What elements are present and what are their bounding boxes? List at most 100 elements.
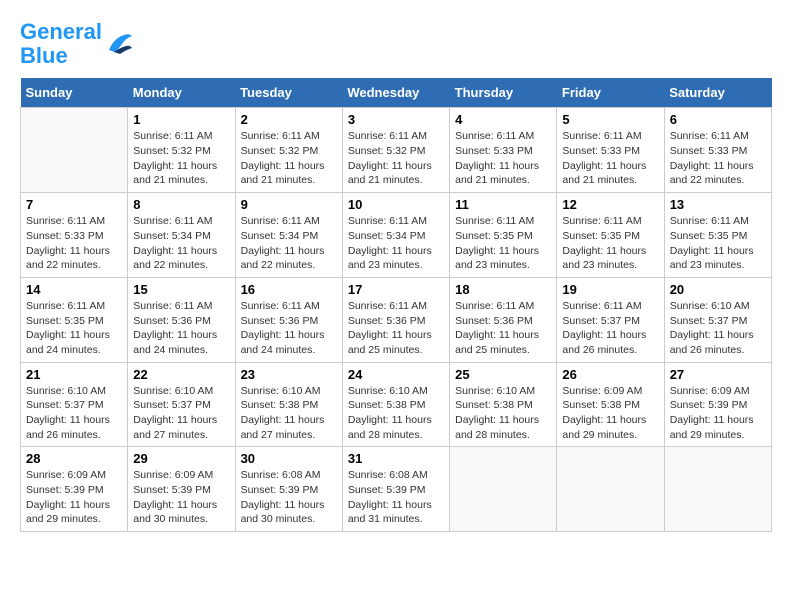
day-number: 7 [26, 197, 122, 212]
day-info: Sunrise: 6:11 AMSunset: 5:32 PMDaylight:… [133, 129, 229, 188]
calendar-day-cell: 5 Sunrise: 6:11 AMSunset: 5:33 PMDaylight… [557, 108, 664, 193]
calendar-day-cell: 21 Sunrise: 6:10 AMSunset: 5:37 PMDayligh… [21, 362, 128, 447]
day-info: Sunrise: 6:10 AMSunset: 5:37 PMDaylight:… [670, 299, 766, 358]
calendar-day-cell: 12 Sunrise: 6:11 AMSunset: 5:35 PMDayligh… [557, 193, 664, 278]
weekday-header-tuesday: Tuesday [235, 78, 342, 108]
day-number: 24 [348, 367, 444, 382]
calendar-day-cell: 19 Sunrise: 6:11 AMSunset: 5:37 PMDayligh… [557, 277, 664, 362]
day-info: Sunrise: 6:11 AMSunset: 5:36 PMDaylight:… [348, 299, 444, 358]
calendar-day-cell: 13Sunrise: 6:11 AMSunset: 5:35 PMDayligh… [664, 193, 771, 278]
day-info: Sunrise: 6:10 AMSunset: 5:38 PMDaylight:… [455, 384, 551, 443]
calendar-day-cell: 23 Sunrise: 6:10 AMSunset: 5:38 PMDayligh… [235, 362, 342, 447]
calendar-day-cell: 26Sunrise: 6:09 AMSunset: 5:38 PMDayligh… [557, 362, 664, 447]
day-number: 4 [455, 112, 551, 127]
calendar-body: 1 Sunrise: 6:11 AMSunset: 5:32 PMDaylight… [21, 108, 772, 532]
day-number: 18 [455, 282, 551, 297]
weekday-header-friday: Friday [557, 78, 664, 108]
calendar-table: SundayMondayTuesdayWednesdayThursdayFrid… [20, 78, 772, 532]
calendar-day-cell: 24Sunrise: 6:10 AMSunset: 5:38 PMDayligh… [342, 362, 449, 447]
weekday-header-saturday: Saturday [664, 78, 771, 108]
day-info: Sunrise: 6:11 AMSunset: 5:35 PMDaylight:… [670, 214, 766, 273]
page-header: General Blue [20, 20, 772, 68]
day-number: 31 [348, 451, 444, 466]
day-number: 9 [241, 197, 337, 212]
day-number: 23 [241, 367, 337, 382]
day-number: 5 [562, 112, 658, 127]
calendar-day-cell: 18 Sunrise: 6:11 AMSunset: 5:36 PMDayligh… [450, 277, 557, 362]
day-number: 29 [133, 451, 229, 466]
calendar-week-row: 1 Sunrise: 6:11 AMSunset: 5:32 PMDaylight… [21, 108, 772, 193]
day-number: 17 [348, 282, 444, 297]
calendar-day-cell: 7 Sunrise: 6:11 AMSunset: 5:33 PMDaylight… [21, 193, 128, 278]
day-number: 6 [670, 112, 766, 127]
calendar-week-row: 21 Sunrise: 6:10 AMSunset: 5:37 PMDayligh… [21, 362, 772, 447]
calendar-day-cell: 3Sunrise: 6:11 AMSunset: 5:32 PMDaylight… [342, 108, 449, 193]
calendar-day-cell: 20Sunrise: 6:10 AMSunset: 5:37 PMDayligh… [664, 277, 771, 362]
calendar-week-row: 14Sunrise: 6:11 AMSunset: 5:35 PMDayligh… [21, 277, 772, 362]
weekday-header-thursday: Thursday [450, 78, 557, 108]
day-info: Sunrise: 6:09 AMSunset: 5:39 PMDaylight:… [670, 384, 766, 443]
logo: General Blue [20, 20, 134, 68]
calendar-day-cell: 14Sunrise: 6:11 AMSunset: 5:35 PMDayligh… [21, 277, 128, 362]
calendar-empty-cell [664, 447, 771, 532]
day-info: Sunrise: 6:09 AMSunset: 5:39 PMDaylight:… [26, 468, 122, 527]
day-number: 8 [133, 197, 229, 212]
day-info: Sunrise: 6:11 AMSunset: 5:33 PMDaylight:… [562, 129, 658, 188]
calendar-day-cell: 29 Sunrise: 6:09 AMSunset: 5:39 PMDayligh… [128, 447, 235, 532]
day-info: Sunrise: 6:11 AMSunset: 5:36 PMDaylight:… [133, 299, 229, 358]
calendar-day-cell: 11Sunrise: 6:11 AMSunset: 5:35 PMDayligh… [450, 193, 557, 278]
weekday-header-sunday: Sunday [21, 78, 128, 108]
day-info: Sunrise: 6:11 AMSunset: 5:35 PMDaylight:… [562, 214, 658, 273]
day-info: Sunrise: 6:10 AMSunset: 5:37 PMDaylight:… [133, 384, 229, 443]
calendar-day-cell: 16 Sunrise: 6:11 AMSunset: 5:36 PMDayligh… [235, 277, 342, 362]
calendar-day-cell: 1 Sunrise: 6:11 AMSunset: 5:32 PMDaylight… [128, 108, 235, 193]
calendar-day-cell: 31 Sunrise: 6:08 AMSunset: 5:39 PMDayligh… [342, 447, 449, 532]
calendar-day-cell: 27Sunrise: 6:09 AMSunset: 5:39 PMDayligh… [664, 362, 771, 447]
day-info: Sunrise: 6:11 AMSunset: 5:34 PMDaylight:… [241, 214, 337, 273]
day-number: 14 [26, 282, 122, 297]
calendar-day-cell: 17 Sunrise: 6:11 AMSunset: 5:36 PMDayligh… [342, 277, 449, 362]
calendar-day-cell: 22 Sunrise: 6:10 AMSunset: 5:37 PMDayligh… [128, 362, 235, 447]
calendar-empty-cell [450, 447, 557, 532]
day-info: Sunrise: 6:11 AMSunset: 5:35 PMDaylight:… [455, 214, 551, 273]
day-info: Sunrise: 6:09 AMSunset: 5:38 PMDaylight:… [562, 384, 658, 443]
logo-bird-icon [104, 30, 134, 58]
day-number: 21 [26, 367, 122, 382]
day-info: Sunrise: 6:11 AMSunset: 5:34 PMDaylight:… [133, 214, 229, 273]
day-number: 1 [133, 112, 229, 127]
day-number: 12 [562, 197, 658, 212]
day-number: 30 [241, 451, 337, 466]
calendar-day-cell: 9 Sunrise: 6:11 AMSunset: 5:34 PMDaylight… [235, 193, 342, 278]
day-info: Sunrise: 6:08 AMSunset: 5:39 PMDaylight:… [241, 468, 337, 527]
day-number: 10 [348, 197, 444, 212]
day-info: Sunrise: 6:11 AMSunset: 5:33 PMDaylight:… [670, 129, 766, 188]
day-info: Sunrise: 6:08 AMSunset: 5:39 PMDaylight:… [348, 468, 444, 527]
weekday-header-row: SundayMondayTuesdayWednesdayThursdayFrid… [21, 78, 772, 108]
calendar-day-cell: 4 Sunrise: 6:11 AMSunset: 5:33 PMDaylight… [450, 108, 557, 193]
day-info: Sunrise: 6:11 AMSunset: 5:37 PMDaylight:… [562, 299, 658, 358]
calendar-week-row: 28Sunrise: 6:09 AMSunset: 5:39 PMDayligh… [21, 447, 772, 532]
weekday-header-monday: Monday [128, 78, 235, 108]
calendar-day-cell: 28Sunrise: 6:09 AMSunset: 5:39 PMDayligh… [21, 447, 128, 532]
day-info: Sunrise: 6:10 AMSunset: 5:37 PMDaylight:… [26, 384, 122, 443]
day-info: Sunrise: 6:09 AMSunset: 5:39 PMDaylight:… [133, 468, 229, 527]
day-info: Sunrise: 6:10 AMSunset: 5:38 PMDaylight:… [241, 384, 337, 443]
day-info: Sunrise: 6:11 AMSunset: 5:36 PMDaylight:… [241, 299, 337, 358]
day-info: Sunrise: 6:11 AMSunset: 5:33 PMDaylight:… [26, 214, 122, 273]
weekday-header-wednesday: Wednesday [342, 78, 449, 108]
day-info: Sunrise: 6:11 AMSunset: 5:34 PMDaylight:… [348, 214, 444, 273]
day-number: 22 [133, 367, 229, 382]
day-info: Sunrise: 6:11 AMSunset: 5:36 PMDaylight:… [455, 299, 551, 358]
calendar-day-cell: 2Sunrise: 6:11 AMSunset: 5:32 PMDaylight… [235, 108, 342, 193]
day-number: 16 [241, 282, 337, 297]
day-info: Sunrise: 6:11 AMSunset: 5:33 PMDaylight:… [455, 129, 551, 188]
day-info: Sunrise: 6:11 AMSunset: 5:32 PMDaylight:… [348, 129, 444, 188]
calendar-empty-cell [21, 108, 128, 193]
logo-text: General Blue [20, 20, 102, 68]
calendar-day-cell: 15Sunrise: 6:11 AMSunset: 5:36 PMDayligh… [128, 277, 235, 362]
day-number: 19 [562, 282, 658, 297]
calendar-header: SundayMondayTuesdayWednesdayThursdayFrid… [21, 78, 772, 108]
calendar-week-row: 7 Sunrise: 6:11 AMSunset: 5:33 PMDaylight… [21, 193, 772, 278]
day-info: Sunrise: 6:11 AMSunset: 5:32 PMDaylight:… [241, 129, 337, 188]
day-number: 25 [455, 367, 551, 382]
